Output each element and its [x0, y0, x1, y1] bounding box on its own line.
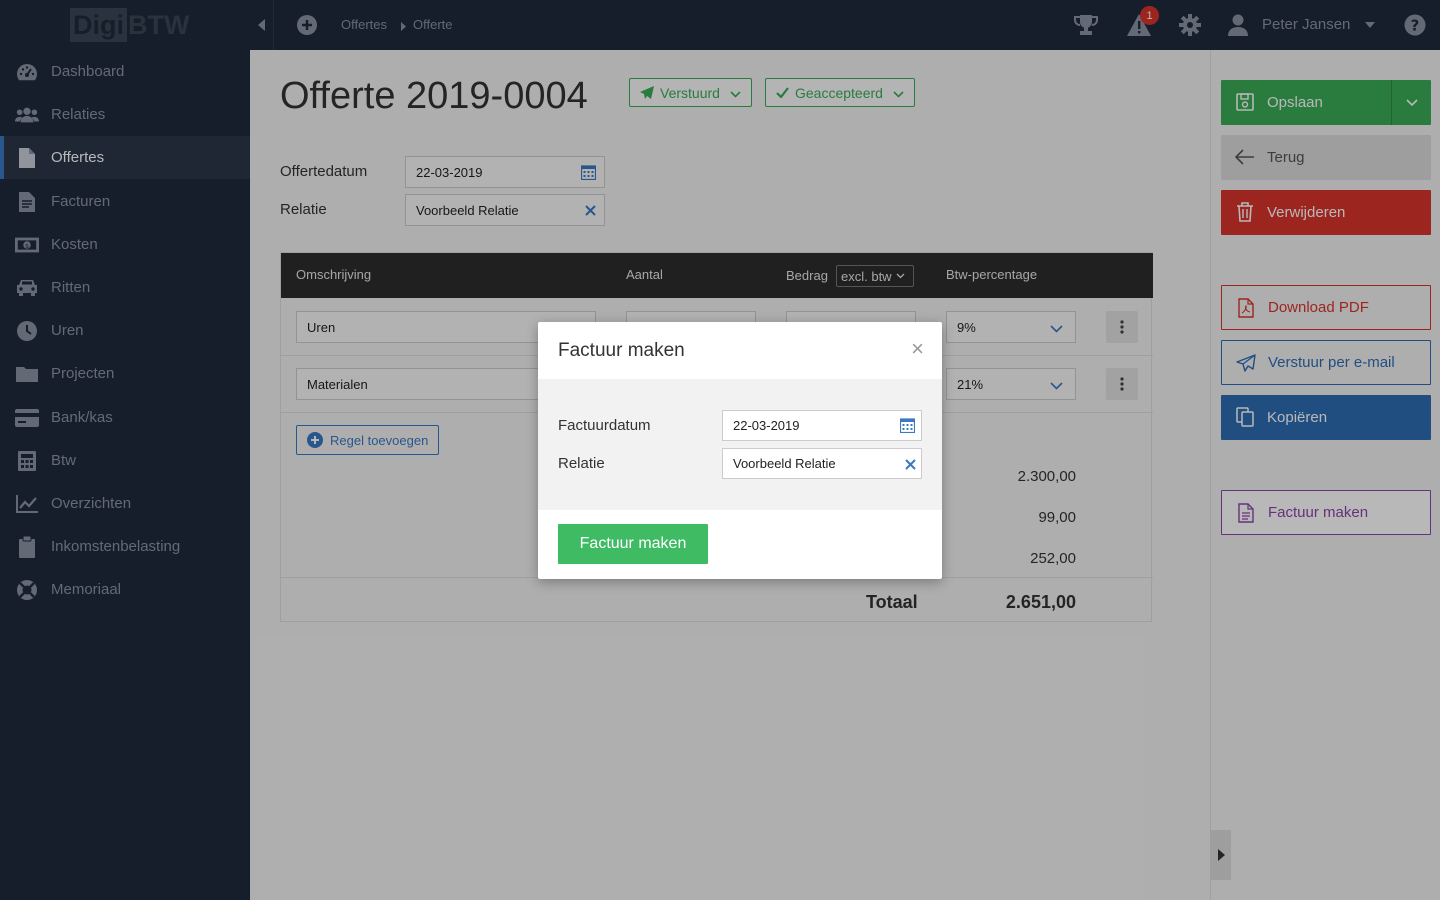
make-invoice-modal: Factuur maken × Factuurdatum 22-03-2019 … — [538, 322, 942, 579]
modal-title: Factuur maken — [558, 340, 685, 361]
invoice-date-label: Factuurdatum — [558, 417, 651, 434]
modal-body: Factuurdatum 22-03-2019 Relatie Voorbeel… — [538, 379, 942, 510]
invoice-relation-label: Relatie — [558, 455, 605, 472]
make-invoice-submit-button[interactable]: Factuur maken — [558, 524, 708, 564]
invoice-relation-input[interactable]: Voorbeeld Relatie — [722, 448, 922, 479]
invoice-date-value: 22-03-2019 — [733, 418, 800, 433]
invoice-date-input[interactable]: 22-03-2019 — [722, 410, 922, 441]
calendar-icon[interactable] — [899, 417, 916, 436]
invoice-relation-value: Voorbeeld Relatie — [733, 456, 836, 471]
close-icon[interactable]: × — [911, 338, 924, 360]
clear-icon[interactable] — [905, 458, 916, 473]
